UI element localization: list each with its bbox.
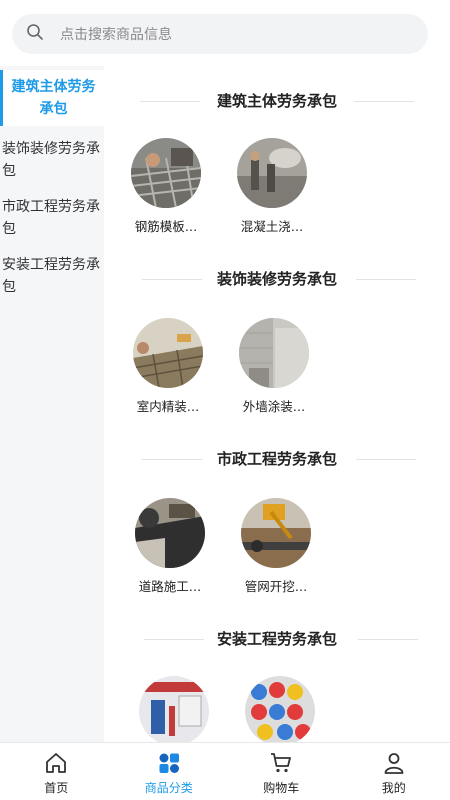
user-icon (338, 751, 450, 775)
sidebar-item-building[interactable]: 建筑主体劳务承包 (0, 70, 104, 126)
product-label: 管网开挖… (244, 579, 308, 594)
tab-category[interactable]: 商品分类 (113, 743, 226, 800)
bottom-tab-bar: 首页 商品分类 购物车 我的 (0, 742, 450, 800)
sidebar-item-municipal[interactable]: 市政工程劳务承包 (0, 190, 104, 250)
search-placeholder: 点击搜索商品信息 (60, 27, 172, 43)
product-label: 室内精装… (136, 399, 200, 414)
category-icon (113, 751, 226, 775)
sidebar-item-installation[interactable]: 安装工程劳务承包 (0, 248, 104, 308)
pipe-image (241, 498, 311, 568)
section-decoration: 装饰装修劳务承包 室内精装… 外墙涂装… (104, 264, 450, 438)
section-building: 建筑主体劳务承包 钢筋模板… 混凝土浇… (104, 86, 450, 258)
category-sidebar: 建筑主体劳务承包 装饰装修劳务承包 市政工程劳务承包 安装工程劳务承包 (0, 66, 104, 742)
section-header: 市政工程劳务承包 (104, 444, 450, 474)
product-tile-concrete[interactable]: 混凝土浇… (232, 138, 312, 235)
tab-label: 我的 (381, 781, 406, 795)
tab-label: 购物车 (263, 781, 300, 795)
exterior-image (239, 318, 309, 388)
search-icon (26, 23, 44, 45)
interior-image (133, 318, 203, 388)
cart-icon (225, 751, 338, 775)
tab-cart[interactable]: 购物车 (225, 743, 338, 800)
tab-label: 首页 (44, 781, 69, 795)
product-label: 道路施工… (138, 579, 202, 594)
product-tile-interior[interactable]: 室内精装… (128, 318, 208, 415)
product-label: 外墙涂装… (242, 399, 306, 414)
product-label: 混凝土浇… (240, 219, 304, 234)
section-title: 安装工程劳务承包 (216, 630, 337, 648)
tab-home[interactable]: 首页 (0, 743, 113, 800)
product-tile-pipe[interactable]: 管网开挖… (236, 498, 316, 595)
concrete-image (237, 138, 307, 208)
section-title: 市政工程劳务承包 (216, 450, 337, 468)
section-header: 装饰装修劳务承包 (104, 264, 450, 294)
product-tile-exterior[interactable]: 外墙涂装… (234, 318, 314, 415)
product-tile-road[interactable]: 道路施工… (130, 498, 210, 595)
road-image (135, 498, 205, 568)
search-bar[interactable]: 点击搜索商品信息 (12, 14, 428, 54)
section-municipal: 市政工程劳务承包 道路施工… 管网开挖… (104, 444, 450, 618)
pipes-stack-image (245, 676, 315, 746)
tab-label: 商品分类 (144, 781, 193, 795)
product-label: 钢筋模板… (134, 219, 198, 234)
home-icon (0, 751, 113, 775)
product-tile-rebar[interactable]: 钢筋模板… (126, 138, 206, 235)
installation-image (139, 676, 209, 746)
rebar-image (131, 138, 201, 208)
section-header: 建筑主体劳务承包 (104, 86, 450, 116)
section-header: 安装工程劳务承包 (104, 624, 450, 654)
tab-me[interactable]: 我的 (338, 743, 450, 800)
section-title: 建筑主体劳务承包 (216, 92, 337, 110)
section-title: 装饰装修劳务承包 (216, 270, 337, 288)
sidebar-item-decoration[interactable]: 装饰装修劳务承包 (0, 132, 104, 192)
